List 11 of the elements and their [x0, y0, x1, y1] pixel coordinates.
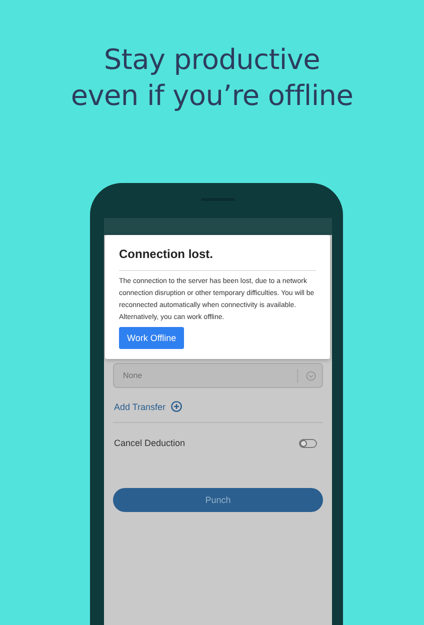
headline: Stay productive	[104, 42, 320, 78]
add-transfer-link[interactable]: Add Transfer	[114, 402, 166, 412]
add-icon[interactable]	[170, 401, 182, 412]
dialog-title: Connection lost.	[119, 246, 213, 262]
work-offline-button[interactable]: Work Offline	[119, 327, 184, 349]
punch-button[interactable]: Punch	[113, 488, 323, 512]
select-field[interactable]: None	[113, 363, 323, 388]
dropdown-icon	[306, 371, 316, 381]
headline: even if you’re offline	[70, 78, 354, 114]
toggle-label: Cancel Deduction	[114, 438, 186, 448]
toggle-switch[interactable]	[299, 438, 317, 448]
